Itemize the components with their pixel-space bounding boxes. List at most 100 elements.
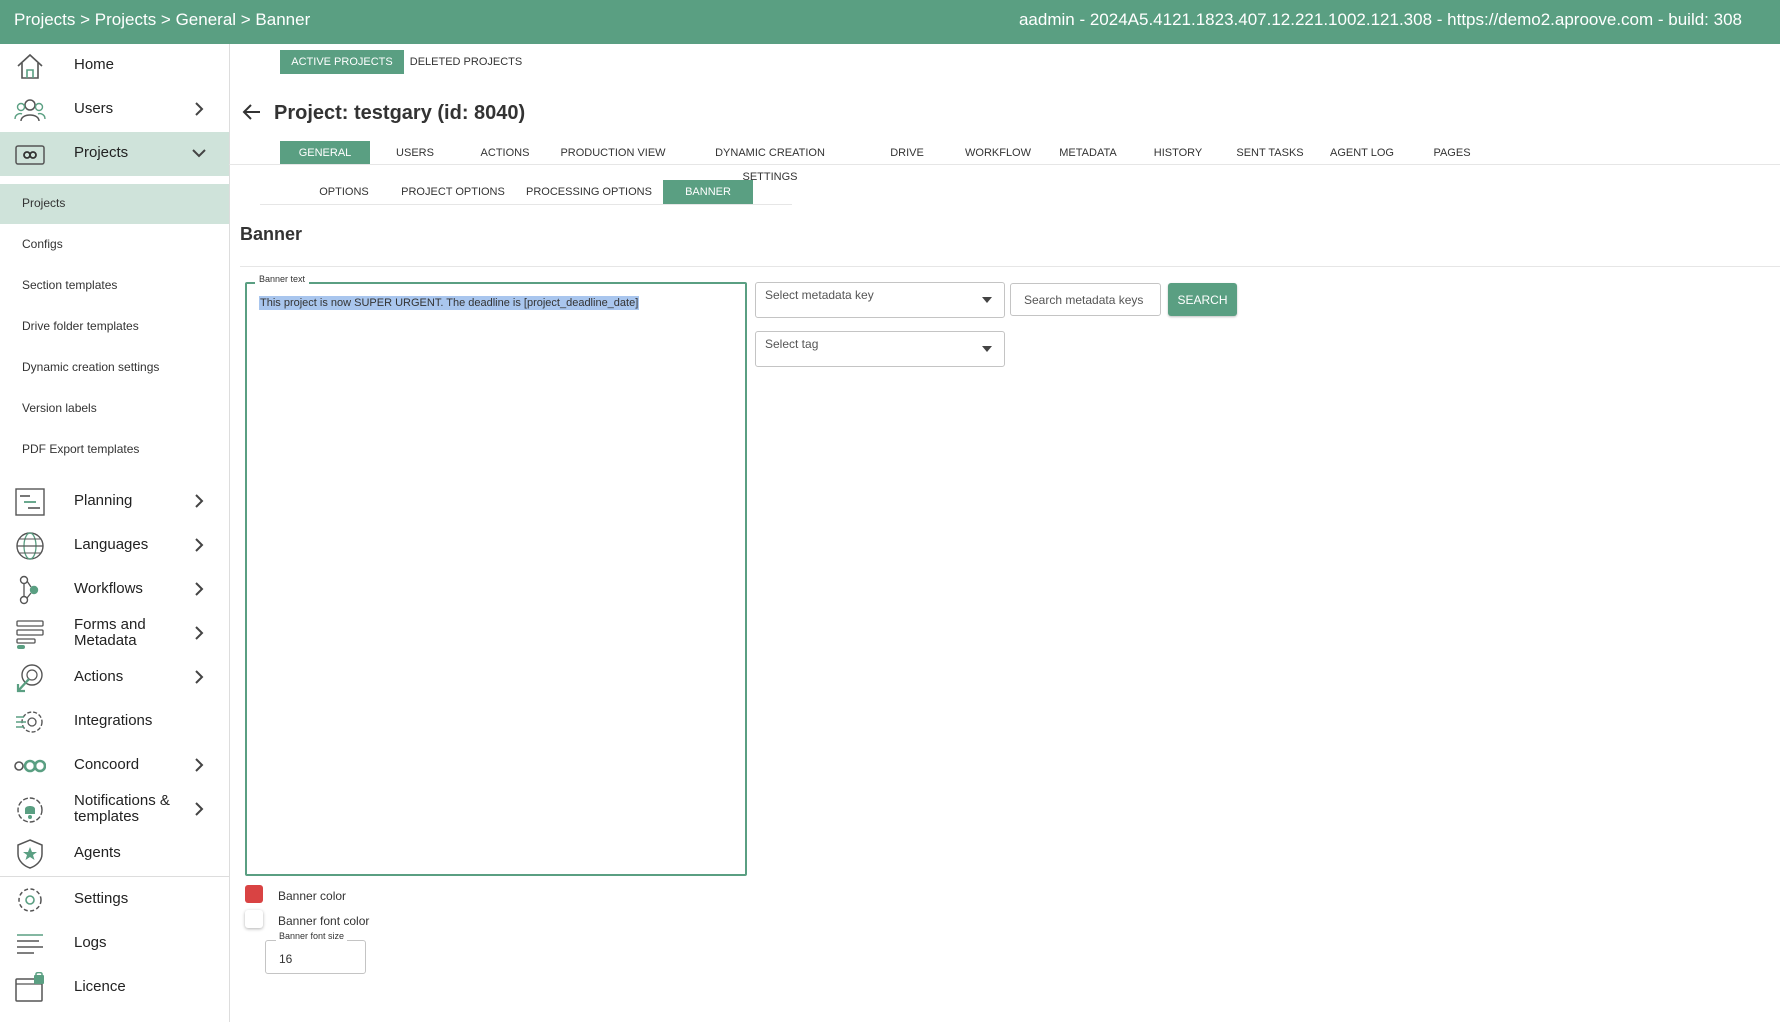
sidebar-item-label: Languages: [74, 536, 149, 553]
tab-production-view[interactable]: PRODUCTION VIEW: [558, 141, 668, 165]
banner-text-area[interactable]: [245, 282, 747, 876]
sidebar-subitem-pdf-export-templates[interactable]: PDF Export templates: [0, 430, 229, 470]
concoord-icon: [14, 759, 46, 773]
tag-placeholder: Select tag: [765, 337, 819, 351]
tab-banner[interactable]: BANNER: [663, 180, 753, 204]
back-arrow-icon[interactable]: [242, 102, 262, 122]
divider: [229, 164, 1780, 165]
divider: [260, 204, 792, 205]
sidebar-item-languages[interactable]: Languages: [0, 524, 229, 568]
banner-font-color-swatch[interactable]: [245, 910, 263, 928]
banner-font-color-label: Banner font color: [278, 914, 370, 928]
sidebar-item-workflows[interactable]: Workflows: [0, 568, 229, 612]
tab-active-projects[interactable]: ACTIVE PROJECTS: [280, 50, 404, 74]
sidebar-item-integrations[interactable]: Integrations: [0, 700, 229, 744]
sidebar-item-forms-and-metadata[interactable]: Forms and Metadata: [0, 612, 229, 656]
tab-drive[interactable]: DRIVE: [886, 141, 928, 165]
sidebar-item-projects[interactable]: Projects: [0, 132, 229, 176]
sidebar-item-label: Settings: [74, 890, 129, 907]
tab-metadata[interactable]: METADATA: [1054, 141, 1122, 165]
sidebar-item-label: Logs: [74, 934, 107, 951]
sidebar-item-label: Actions: [74, 668, 124, 685]
users-icon: [14, 99, 46, 122]
banner-color-label: Banner color: [278, 889, 347, 903]
breadcrumb: Projects > Projects > General > Banner: [14, 10, 311, 29]
planning-icon: [15, 488, 45, 516]
tab-actions[interactable]: ACTIONS: [470, 141, 540, 165]
sidebar-item-label: Planning: [74, 492, 133, 509]
tab-workflow[interactable]: WORKFLOW: [962, 141, 1034, 165]
sidebar-item-actions[interactable]: Actions: [0, 656, 229, 700]
page-title: Project: testgary (id: 8040): [274, 102, 526, 124]
tab-project-options[interactable]: PROJECT OPTIONS: [398, 180, 508, 204]
sidebar-subitem-label: Projects: [22, 196, 66, 210]
sidebar-item-agents[interactable]: Agents: [0, 832, 229, 876]
search-metadata-input[interactable]: [1010, 283, 1161, 316]
tab-history[interactable]: HISTORY: [1148, 141, 1208, 165]
chevron-right-icon: [195, 670, 204, 684]
chevron-right-icon: [195, 758, 204, 772]
sidebar-item-notifications-templates[interactable]: Notifications & templates: [0, 788, 229, 832]
sidebar-item-label: Projects: [74, 144, 129, 161]
sidebar: Home Users Projects Projects Configs Sec…: [0, 44, 230, 1022]
workflow-icon: [19, 575, 39, 605]
sidebar-item-concoord[interactable]: Concoord: [0, 744, 229, 788]
home-icon: [17, 53, 43, 79]
sidebar-item-settings[interactable]: Settings: [0, 878, 229, 922]
projects-icon: [15, 145, 45, 165]
sidebar-item-logs[interactable]: Logs: [0, 922, 229, 966]
sidebar-item-label: Users: [74, 100, 114, 117]
metadata-key-select[interactable]: Select metadata key: [755, 282, 1005, 318]
top-bar: Projects > Projects > General > Banner a…: [0, 0, 1780, 44]
sidebar-subitem-configs[interactable]: Configs: [0, 225, 229, 265]
tab-sent-tasks[interactable]: SENT TASKS: [1232, 141, 1308, 165]
sidebar-item-label: Concoord: [74, 756, 140, 773]
sidebar-subitem-label: Drive folder templates: [22, 319, 139, 333]
tab-general[interactable]: GENERAL: [280, 141, 370, 165]
tab-processing-options[interactable]: PROCESSING OPTIONS: [526, 180, 652, 204]
chevron-right-icon: [195, 582, 204, 596]
sidebar-item-planning[interactable]: Planning: [0, 480, 229, 524]
sidebar-subitem-label: PDF Export templates: [22, 442, 140, 456]
sidebar-subitem-drive-folder-templates[interactable]: Drive folder templates: [0, 307, 229, 347]
sidebar-subitem-version-labels[interactable]: Version labels: [0, 389, 229, 429]
sidebar-item-licence[interactable]: Licence: [0, 966, 229, 1010]
sidebar-subitem-dynamic-creation-settings[interactable]: Dynamic creation settings: [0, 348, 229, 388]
sidebar-divider: [0, 876, 229, 877]
sidebar-subitem-projects[interactable]: Projects: [0, 184, 229, 224]
sidebar-item-label: Workflows: [74, 580, 143, 597]
settings-icon: [18, 888, 42, 912]
chevron-right-icon: [195, 494, 204, 508]
chevron-right-icon: [195, 538, 204, 552]
actions-icon: [16, 664, 43, 693]
sidebar-item-label: Notifications & templates: [74, 792, 170, 825]
tab-agent-log[interactable]: AGENT LOG: [1326, 141, 1398, 165]
sidebar-item-label: Integrations: [74, 712, 153, 729]
forms-icon: [16, 620, 44, 649]
agents-icon: [17, 839, 43, 869]
notifications-icon: [17, 797, 43, 823]
tab-dynamic-creation-settings[interactable]: DYNAMIC CREATION SETTINGS: [688, 141, 852, 183]
banner-text-value[interactable]: This project is now SUPER URGENT. The de…: [259, 296, 640, 310]
tab-options[interactable]: OPTIONS: [312, 180, 376, 204]
search-button[interactable]: SEARCH: [1168, 283, 1237, 316]
tab-pages[interactable]: PAGES: [1428, 141, 1476, 165]
banner-font-size-input[interactable]: [279, 951, 349, 967]
tab-deleted-projects[interactable]: DELETED PROJECTS: [404, 50, 528, 74]
sidebar-subitem-label: Configs: [22, 237, 63, 251]
logs-icon: [17, 934, 43, 954]
sidebar-item-label: Forms and Metadata: [74, 616, 146, 649]
sidebar-subitem-label: Version labels: [22, 401, 97, 415]
sidebar-subitem-section-templates[interactable]: Section templates: [0, 266, 229, 306]
sidebar-item-label: Licence: [74, 978, 126, 995]
metadata-key-placeholder: Select metadata key: [765, 288, 874, 302]
caret-down-icon: [982, 346, 992, 352]
chevron-right-icon: [195, 802, 204, 816]
chevron-down-icon: [192, 149, 206, 158]
sidebar-item-home[interactable]: Home: [0, 44, 229, 88]
chevron-right-icon: [195, 626, 204, 640]
banner-color-swatch[interactable]: [245, 885, 263, 903]
tab-users[interactable]: USERS: [380, 141, 450, 165]
tag-select[interactable]: Select tag: [755, 331, 1005, 367]
sidebar-item-users[interactable]: Users: [0, 88, 229, 132]
